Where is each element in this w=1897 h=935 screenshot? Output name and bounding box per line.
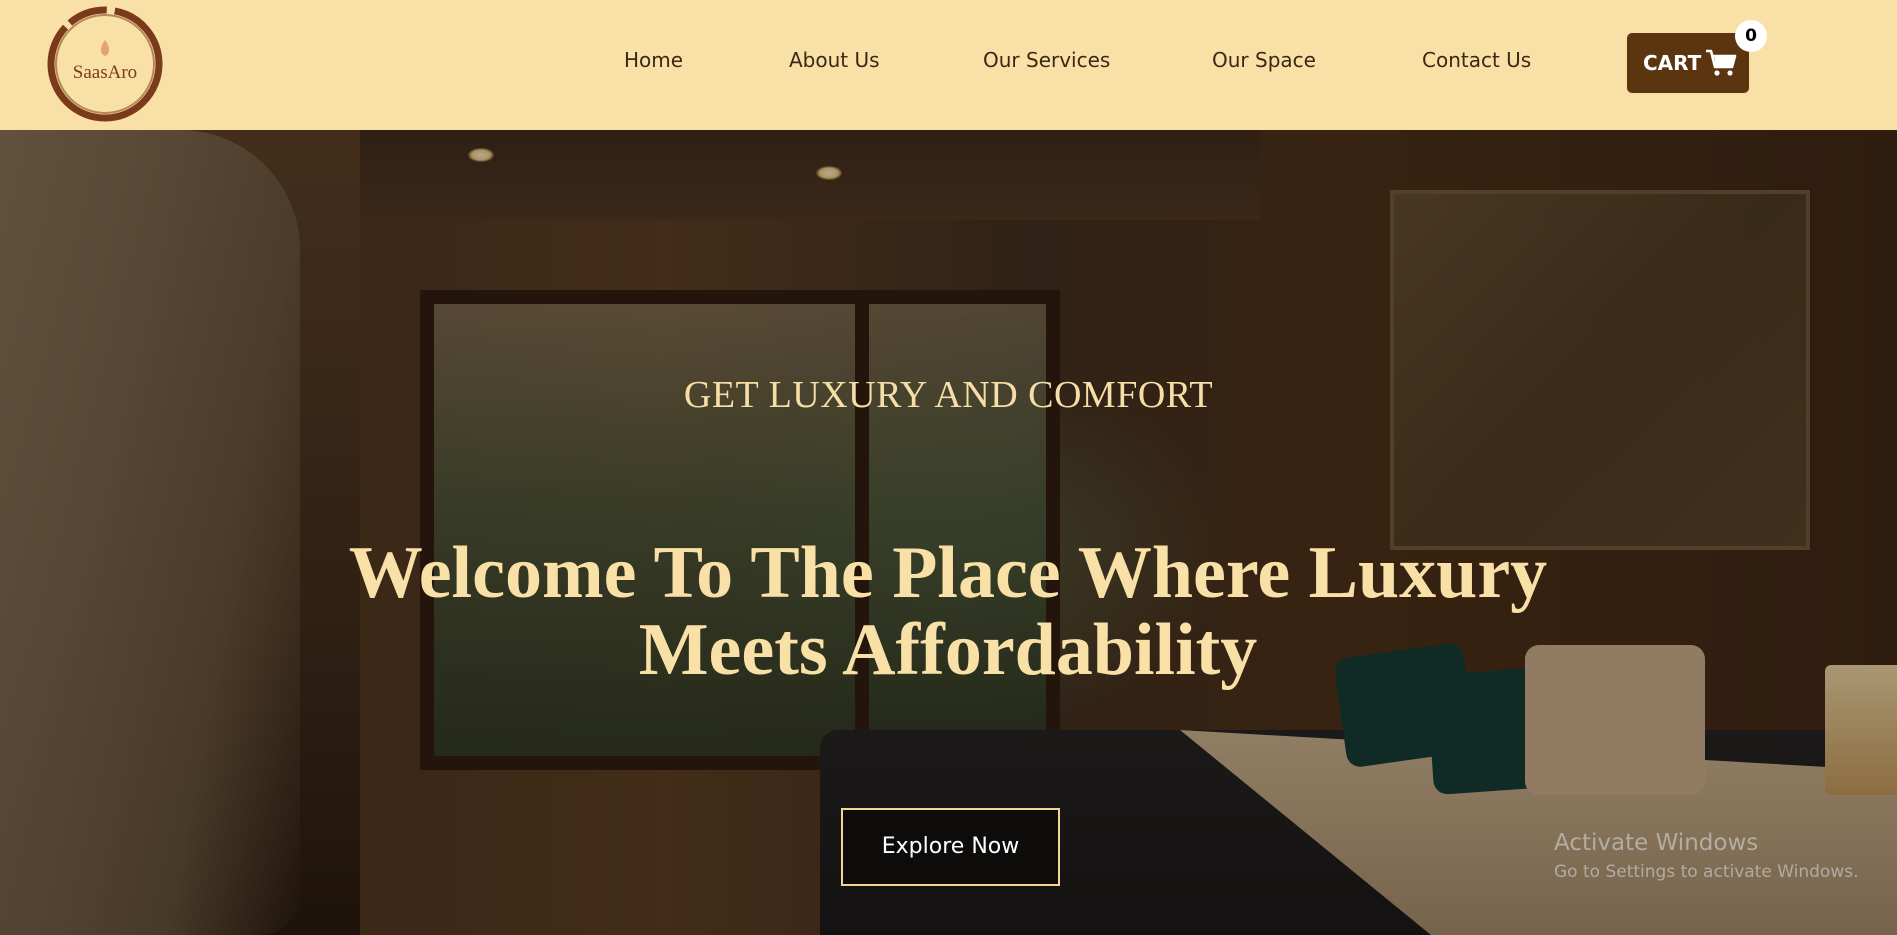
site-logo[interactable]: SaasAro xyxy=(42,2,168,126)
hero-eyebrow: GET LUXURY AND COMFORT xyxy=(683,374,1214,416)
nav-item-our-space[interactable]: Our Space xyxy=(1212,48,1316,72)
hero-section: GET LUXURY AND COMFORT Welcome To The Pl… xyxy=(0,130,1897,935)
explore-now-button[interactable]: Explore Now xyxy=(841,808,1060,886)
hero-headline: Welcome To The Place Where Luxury Meets … xyxy=(348,532,1548,691)
activation-subtitle: Go to Settings to activate Windows. xyxy=(1554,862,1859,882)
site-header: SaasAro Home About Us Our Services Our S… xyxy=(0,0,1897,130)
logo-text: SaasAro xyxy=(72,62,138,83)
cart-label: CART xyxy=(1643,51,1702,75)
shopping-cart-icon xyxy=(1706,49,1737,76)
cart-count-badge: 0 xyxy=(1735,20,1767,52)
cart-button[interactable]: CART xyxy=(1627,33,1749,93)
nav-item-about-us[interactable]: About Us xyxy=(789,48,880,72)
activation-title: Activate Windows xyxy=(1554,830,1759,856)
nav-item-home[interactable]: Home xyxy=(624,48,683,72)
nav-item-our-services[interactable]: Our Services xyxy=(983,48,1110,72)
nav-item-contact-us[interactable]: Contact Us xyxy=(1422,48,1531,72)
windows-activation-watermark: Activate Windows Go to Settings to activ… xyxy=(1554,830,1859,882)
